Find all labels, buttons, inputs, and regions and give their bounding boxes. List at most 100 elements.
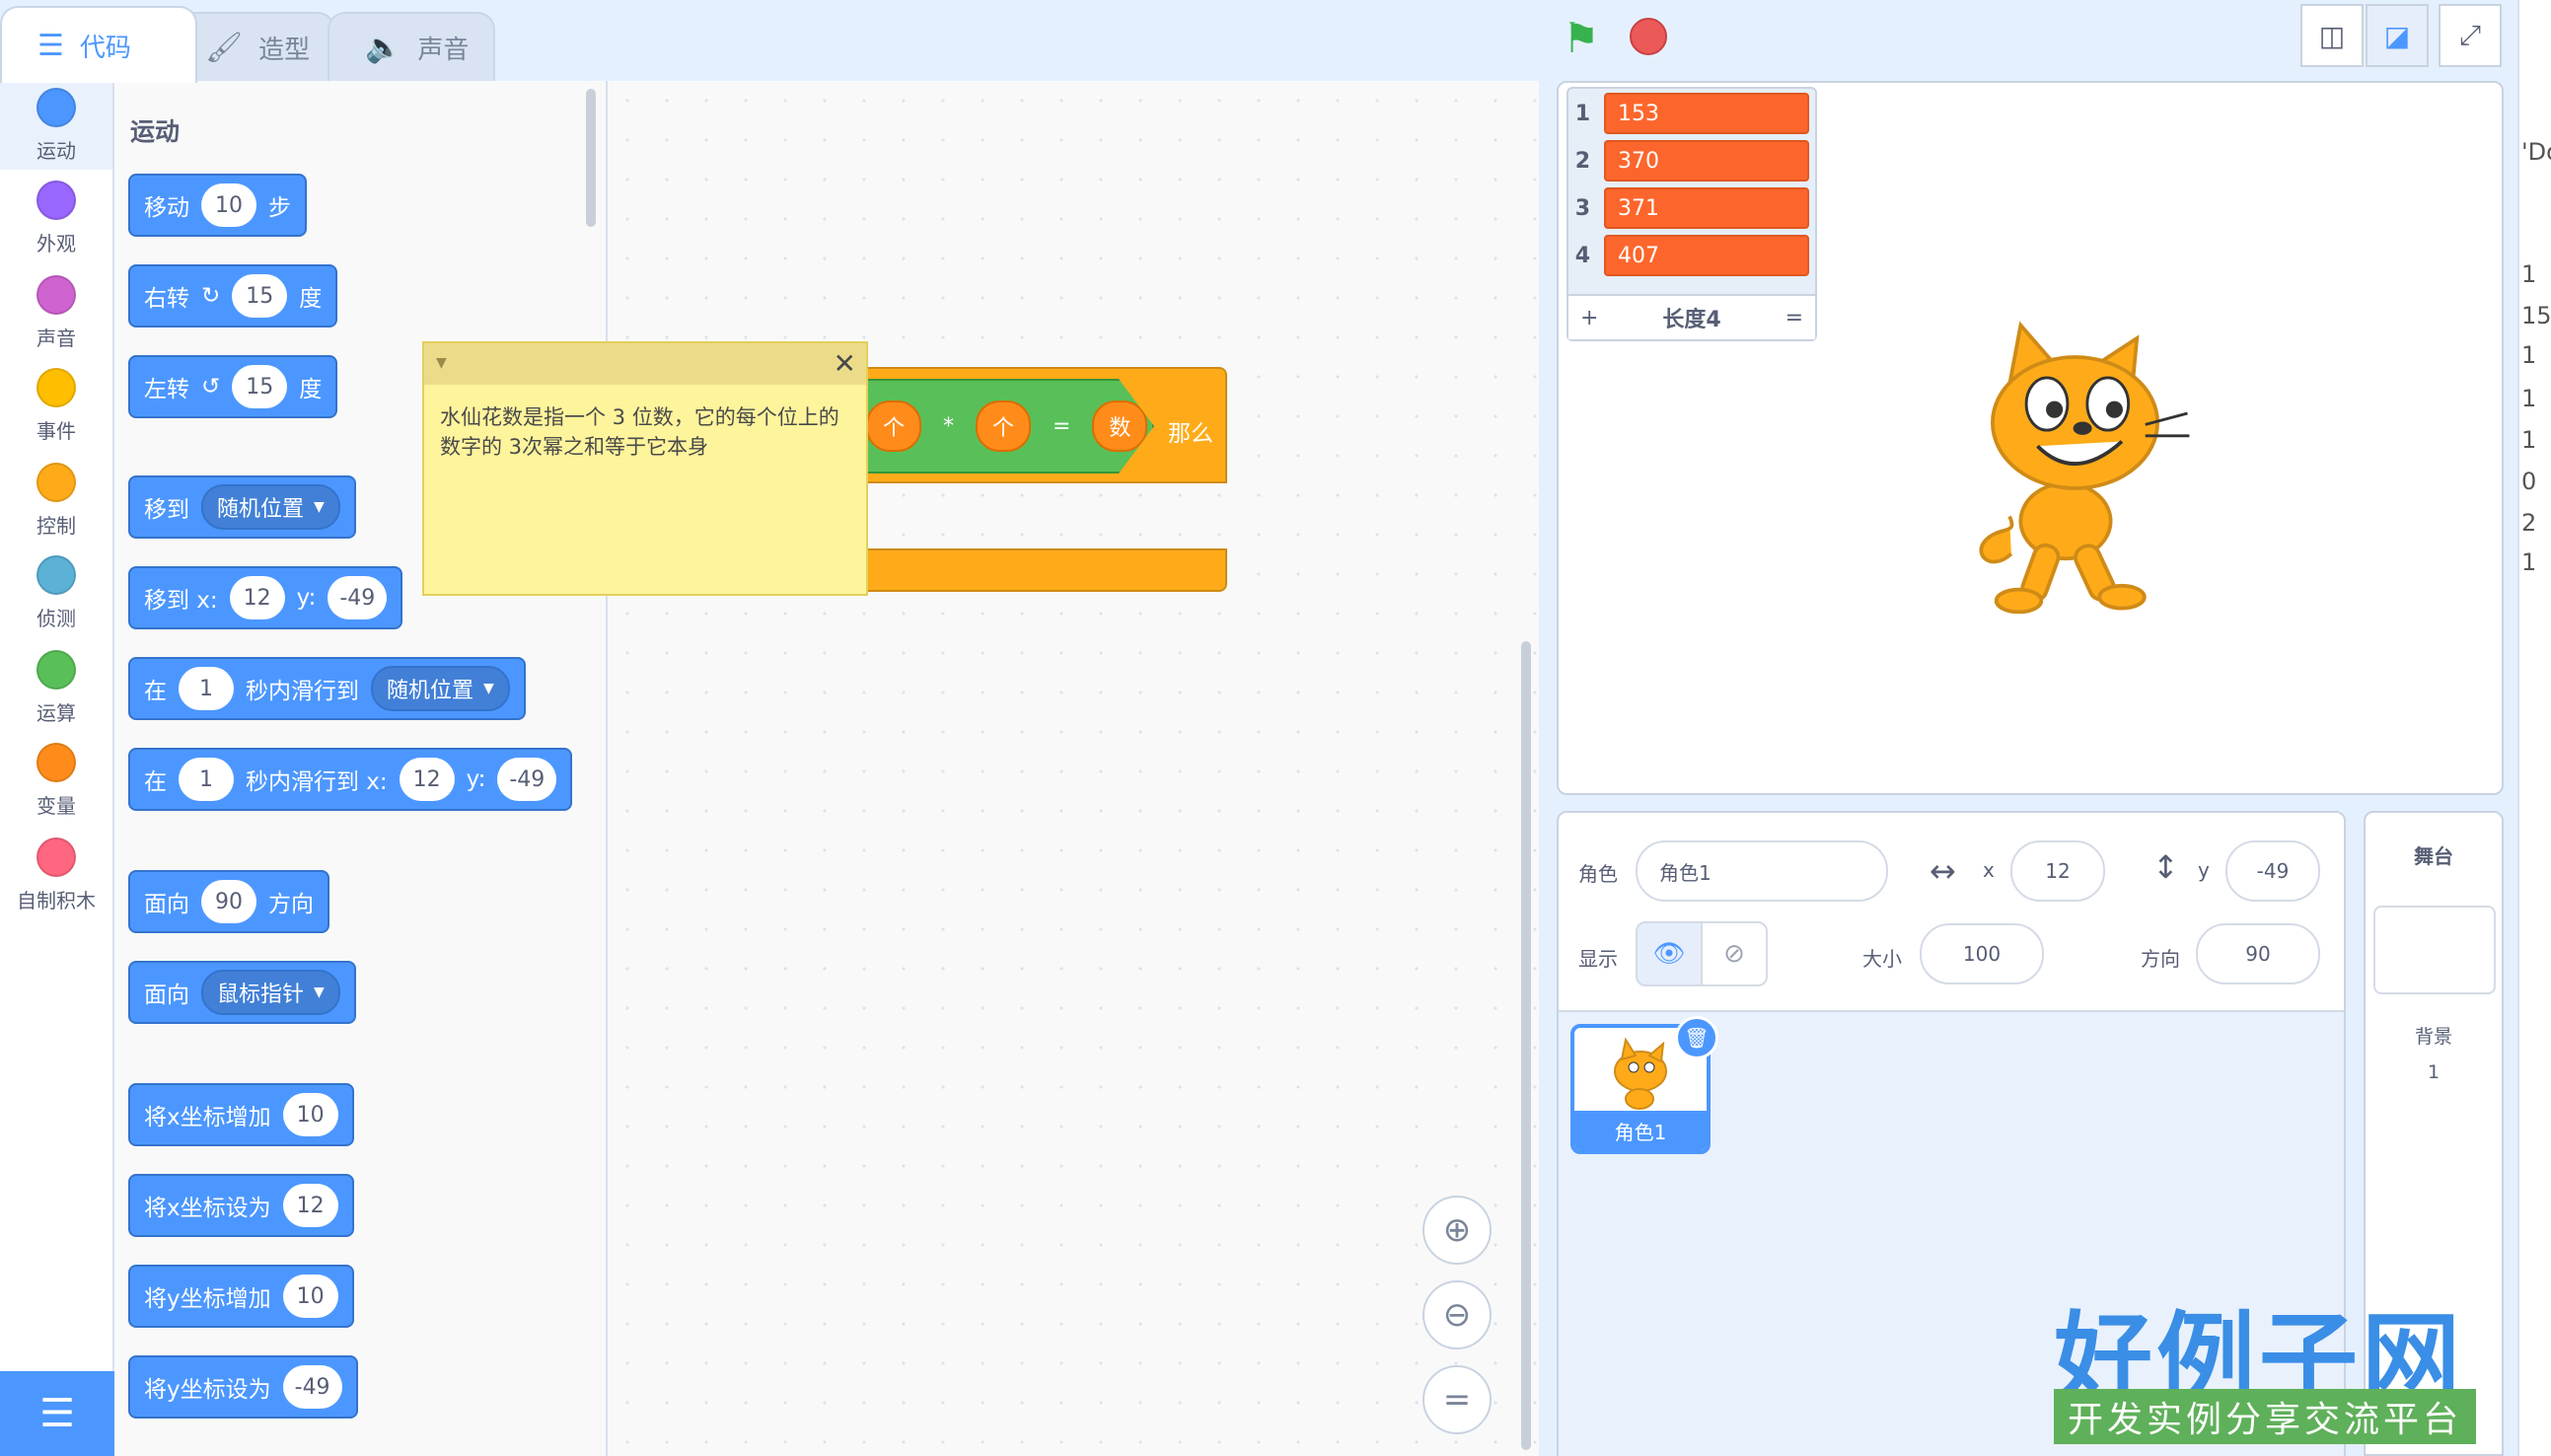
block-number-input[interactable]: 15 bbox=[232, 274, 288, 318]
block-go-to-xy[interactable]: 移到 x: 12 y: -49 bbox=[128, 566, 403, 629]
control-category-icon bbox=[36, 462, 76, 502]
block-text: 将y坐标增加 bbox=[144, 1286, 271, 1312]
block-glide-to[interactable]: 在 1 秒内滑行到 随机位置 ▼ bbox=[128, 657, 526, 720]
block-text: 右转 bbox=[144, 286, 189, 312]
hide-sprite-button[interactable]: ⊘ bbox=[1701, 921, 1768, 986]
comment-header[interactable]: ▼ ✕ bbox=[424, 343, 866, 385]
caret-down-icon: ▼ bbox=[483, 681, 494, 696]
if-block-end[interactable] bbox=[805, 548, 1227, 592]
block-number-input[interactable]: 12 bbox=[399, 758, 455, 801]
category-motion[interactable]: 运动 bbox=[0, 81, 112, 170]
rotate-right-icon: ↻ bbox=[201, 283, 221, 309]
add-extension-button[interactable]: ☰ bbox=[0, 1371, 114, 1456]
edge-text: 1 bbox=[2521, 260, 2537, 288]
block-text: 面向 bbox=[144, 983, 189, 1008]
looks-category-icon bbox=[36, 180, 76, 220]
category-looks[interactable]: 外观 bbox=[0, 174, 112, 262]
block-change-x[interactable]: 将x坐标增加 10 bbox=[128, 1083, 354, 1146]
palette-scrollbar[interactable] bbox=[586, 89, 596, 227]
category-sensing[interactable]: 侦测 bbox=[0, 548, 112, 637]
block-turn-right[interactable]: 右转 ↻ 15 度 bbox=[128, 264, 338, 328]
x-input[interactable]: 12 bbox=[2010, 840, 2105, 902]
backdrop-label: 背景 bbox=[2414, 1026, 2452, 1048]
block-number-input[interactable]: -49 bbox=[282, 1365, 342, 1409]
block-number-input[interactable]: 10 bbox=[201, 183, 256, 227]
block-number-input[interactable]: -49 bbox=[328, 576, 388, 619]
collapse-icon[interactable]: ▼ bbox=[436, 355, 447, 371]
list-value[interactable]: 153 bbox=[1604, 93, 1809, 134]
block-change-y[interactable]: 将y坐标增加 10 bbox=[128, 1265, 354, 1328]
zoom-reset-icon: = bbox=[1442, 1380, 1472, 1420]
block-number-input[interactable]: -49 bbox=[497, 758, 557, 801]
block-number-input[interactable]: 12 bbox=[229, 576, 285, 619]
variable-reporter[interactable]: 个 bbox=[866, 400, 921, 452]
block-point-towards[interactable]: 面向 鼠标指针 ▼ bbox=[128, 961, 356, 1024]
sprite-name-input[interactable]: 角色1 bbox=[1636, 840, 1888, 902]
script-area-scrollbar[interactable] bbox=[1521, 641, 1531, 1450]
list-monitor[interactable]: 1 153 2 370 3 371 4 407 + 长度4 = bbox=[1567, 87, 1817, 341]
comment-note[interactable]: ▼ ✕ 水仙花数是指一个 3 位数，它的每个位上的数字的 3次幂之和等于它本身 bbox=[422, 341, 868, 596]
block-text: 将x坐标增加 bbox=[144, 1105, 271, 1130]
list-value[interactable]: 407 bbox=[1604, 235, 1809, 276]
block-turn-left[interactable]: 左转 ↺ 15 度 bbox=[128, 355, 338, 418]
block-dropdown[interactable]: 随机位置 ▼ bbox=[201, 484, 340, 530]
block-number-input[interactable]: 15 bbox=[232, 365, 288, 408]
small-stage-button[interactable]: ◫ bbox=[2300, 4, 2364, 67]
block-number-input[interactable]: 10 bbox=[282, 1093, 338, 1136]
rotate-left-icon: ↺ bbox=[201, 374, 221, 400]
script-area[interactable] bbox=[608, 81, 1539, 1456]
block-dropdown[interactable]: 鼠标指针 ▼ bbox=[201, 970, 340, 1015]
block-set-x[interactable]: 将x坐标设为 12 bbox=[128, 1174, 354, 1237]
equals-condition-block[interactable]: 个 * 个 = 数 bbox=[858, 379, 1154, 473]
block-glide-to-xy[interactable]: 在 1 秒内滑行到 x: 12 y: -49 bbox=[128, 748, 573, 811]
tab-sounds[interactable]: 🔈 声音 bbox=[328, 12, 495, 81]
block-number-input[interactable]: 10 bbox=[282, 1274, 338, 1318]
dropdown-value: 鼠标指针 bbox=[217, 983, 305, 1007]
show-sprite-button[interactable]: 👁 bbox=[1636, 921, 1703, 986]
category-variables[interactable]: 变量 bbox=[0, 736, 112, 825]
backdrop-thumbnail[interactable] bbox=[2373, 906, 2496, 994]
comment-text[interactable]: 水仙花数是指一个 3 位数，它的每个位上的数字的 3次幂之和等于它本身 bbox=[440, 402, 854, 462]
delete-sprite-button[interactable]: 🗑 bbox=[1675, 1016, 1718, 1059]
green-flag-icon[interactable]: ⚑ bbox=[1563, 14, 1600, 62]
category-sound[interactable]: 声音 bbox=[0, 268, 112, 357]
size-input[interactable]: 100 bbox=[1920, 923, 2044, 984]
block-set-y[interactable]: 将y坐标设为 -49 bbox=[128, 1355, 358, 1419]
block-dropdown[interactable]: 随机位置 ▼ bbox=[371, 666, 510, 711]
block-point-in-direction[interactable]: 面向 90 方向 bbox=[128, 870, 329, 933]
y-input[interactable]: -49 bbox=[2225, 840, 2320, 902]
category-control[interactable]: 控制 bbox=[0, 456, 112, 545]
trash-icon: 🗑 bbox=[1684, 1026, 1710, 1050]
zoom-in-button[interactable]: ⊕ bbox=[1422, 1196, 1492, 1265]
fullscreen-button[interactable]: ⤢ bbox=[2439, 4, 2502, 67]
variable-reporter[interactable]: 数 bbox=[1092, 400, 1148, 452]
category-events[interactable]: 事件 bbox=[0, 361, 112, 450]
block-number-input[interactable]: 1 bbox=[179, 667, 234, 710]
tab-code[interactable]: ☰ 代码 bbox=[0, 6, 197, 83]
block-number-input[interactable]: 12 bbox=[282, 1184, 338, 1227]
list-value[interactable]: 370 bbox=[1604, 140, 1809, 182]
stop-icon[interactable] bbox=[1630, 18, 1667, 55]
list-index: 4 bbox=[1574, 243, 1590, 268]
category-my-blocks[interactable]: 自制积木 bbox=[0, 831, 112, 919]
list-value[interactable]: 371 bbox=[1604, 187, 1809, 229]
watermark-subtitle: 开发实例分享交流平台 bbox=[2054, 1389, 2476, 1444]
direction-input[interactable]: 90 bbox=[2196, 923, 2320, 984]
edge-text: 2 bbox=[2521, 509, 2537, 537]
zoom-reset-button[interactable]: = bbox=[1422, 1365, 1492, 1434]
zoom-out-button[interactable]: ⊖ bbox=[1422, 1280, 1492, 1349]
events-category-icon bbox=[36, 367, 76, 407]
list-add-button[interactable]: + bbox=[1580, 306, 1598, 330]
category-operators[interactable]: 运算 bbox=[0, 643, 112, 732]
close-icon[interactable]: ✕ bbox=[834, 347, 856, 380]
list-resize-handle[interactable]: = bbox=[1786, 306, 1803, 330]
block-text: 度 bbox=[299, 377, 323, 402]
category-label: 运算 bbox=[36, 700, 76, 725]
large-stage-button[interactable]: ◪ bbox=[2366, 4, 2429, 67]
block-go-to[interactable]: 移到 随机位置 ▼ bbox=[128, 475, 356, 539]
block-number-input[interactable]: 90 bbox=[201, 880, 256, 923]
block-move-steps[interactable]: 移动 10 步 bbox=[128, 174, 307, 237]
variable-reporter[interactable]: 个 bbox=[976, 400, 1031, 452]
stage-pane-title: 舞台 bbox=[2414, 844, 2453, 868]
block-number-input[interactable]: 1 bbox=[179, 758, 234, 801]
